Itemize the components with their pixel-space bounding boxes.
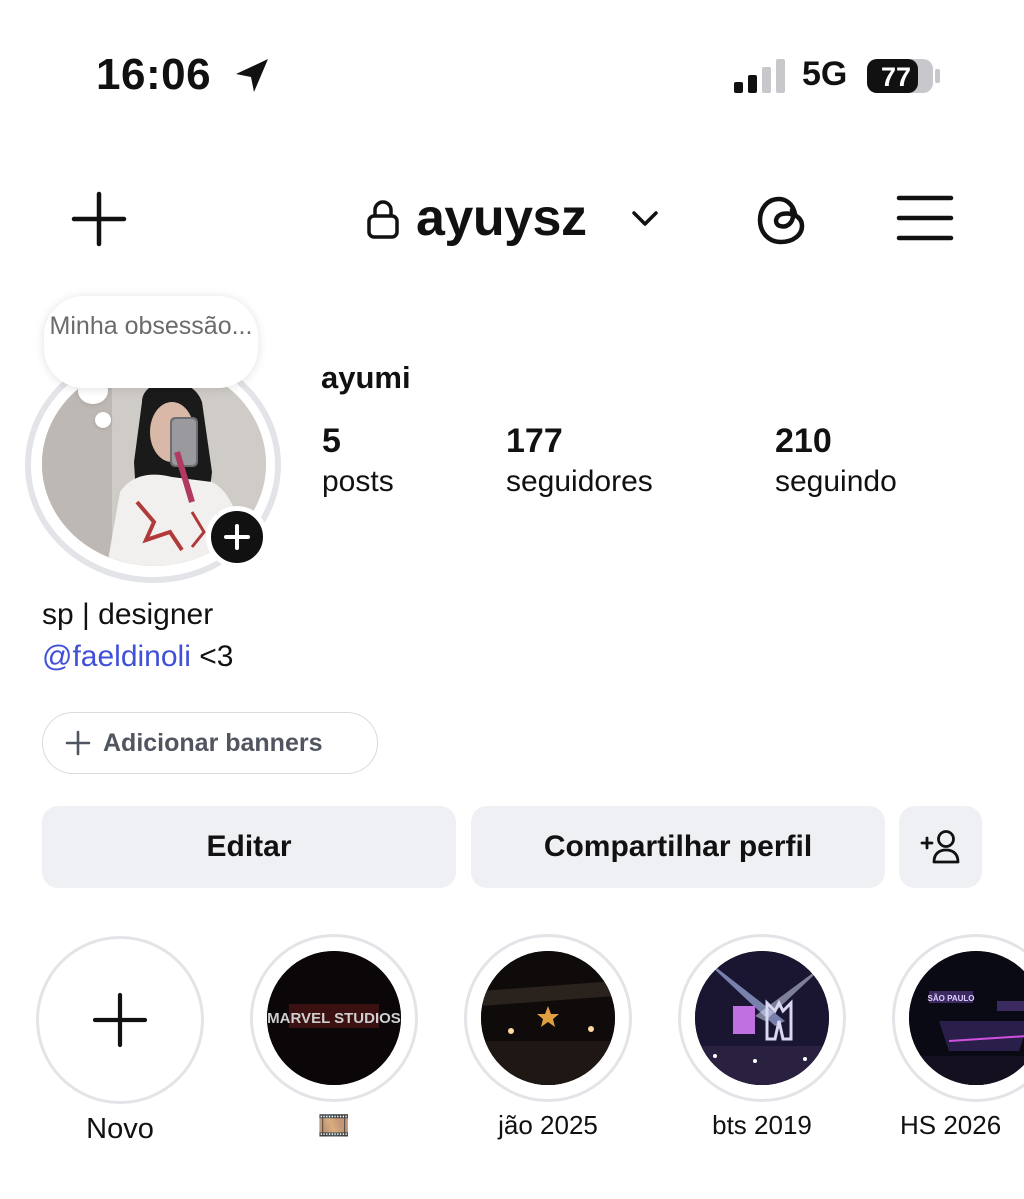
lock-icon [367,200,399,239]
plus-icon [92,992,148,1048]
edit-profile-button[interactable]: Editar [42,806,456,888]
highlight-new-button[interactable] [36,936,204,1104]
threads-icon[interactable] [754,190,814,250]
highlight-label: HS 2026 [900,1110,1002,1140]
posts-label[interactable]: posts [322,465,394,499]
highlight-cover: MARVEL STUDIOS [267,951,401,1085]
highlight-label: Novo [86,1113,154,1145]
cellular-signal-icon [734,59,785,93]
share-profile-button[interactable]: Compartilhar perfil [471,806,885,888]
highlight-cover: SÃO PAULO [909,951,1024,1085]
highlight-item[interactable] [678,934,846,1102]
location-arrow-icon [236,59,268,92]
battery-icon: 77 [867,59,940,93]
profile-note-bubble[interactable]: Minha obsessão... [44,296,258,388]
add-person-icon [920,830,959,864]
add-story-button[interactable] [206,506,268,568]
bio-text: sp | designer [42,598,214,631]
hamburger-menu-icon[interactable] [895,192,955,244]
posts-count[interactable]: 5 [322,422,341,461]
plus-icon [65,730,91,756]
highlight-item[interactable] [464,934,632,1102]
highlight-label: bts 2019 [712,1110,812,1140]
bio-mention-link[interactable]: @faeldinoli [42,640,191,673]
plus-icon [224,524,250,550]
highlight-label: jão 2025 [498,1110,598,1140]
highlight-cover-text: SÃO PAULO [928,994,975,1003]
followers-count[interactable]: 177 [506,422,563,461]
note-bubble-dot [95,412,111,428]
following-count[interactable]: 210 [775,422,832,461]
followers-label[interactable]: seguidores [506,465,653,499]
highlight-label: 🎞️ [317,1110,351,1140]
highlight-cover [481,951,615,1085]
add-banners-button[interactable]: Adicionar banners [42,712,378,774]
following-label[interactable]: seguindo [775,465,897,499]
bio-line-mention: @faeldinoli <3 [42,640,233,674]
network-type: 5G [802,55,848,93]
bio-suffix: <3 [190,640,234,673]
highlight-item[interactable]: SÃO PAULO [892,934,1024,1102]
highlight-cover [695,951,829,1085]
highlight-cover-text: MARVEL STUDIOS [267,1010,401,1027]
highlight-item[interactable]: MARVEL STUDIOS [250,934,418,1102]
status-time: 16:06 [96,50,212,99]
account-username[interactable]: ayuysz [416,188,587,248]
display-name: ayumi [321,360,411,395]
create-plus-icon[interactable] [70,190,128,248]
discover-people-button[interactable] [899,806,982,888]
chevron-down-icon[interactable] [630,206,660,230]
battery-level: 77 [881,62,911,92]
add-banners-label: Adicionar banners [103,728,323,757]
